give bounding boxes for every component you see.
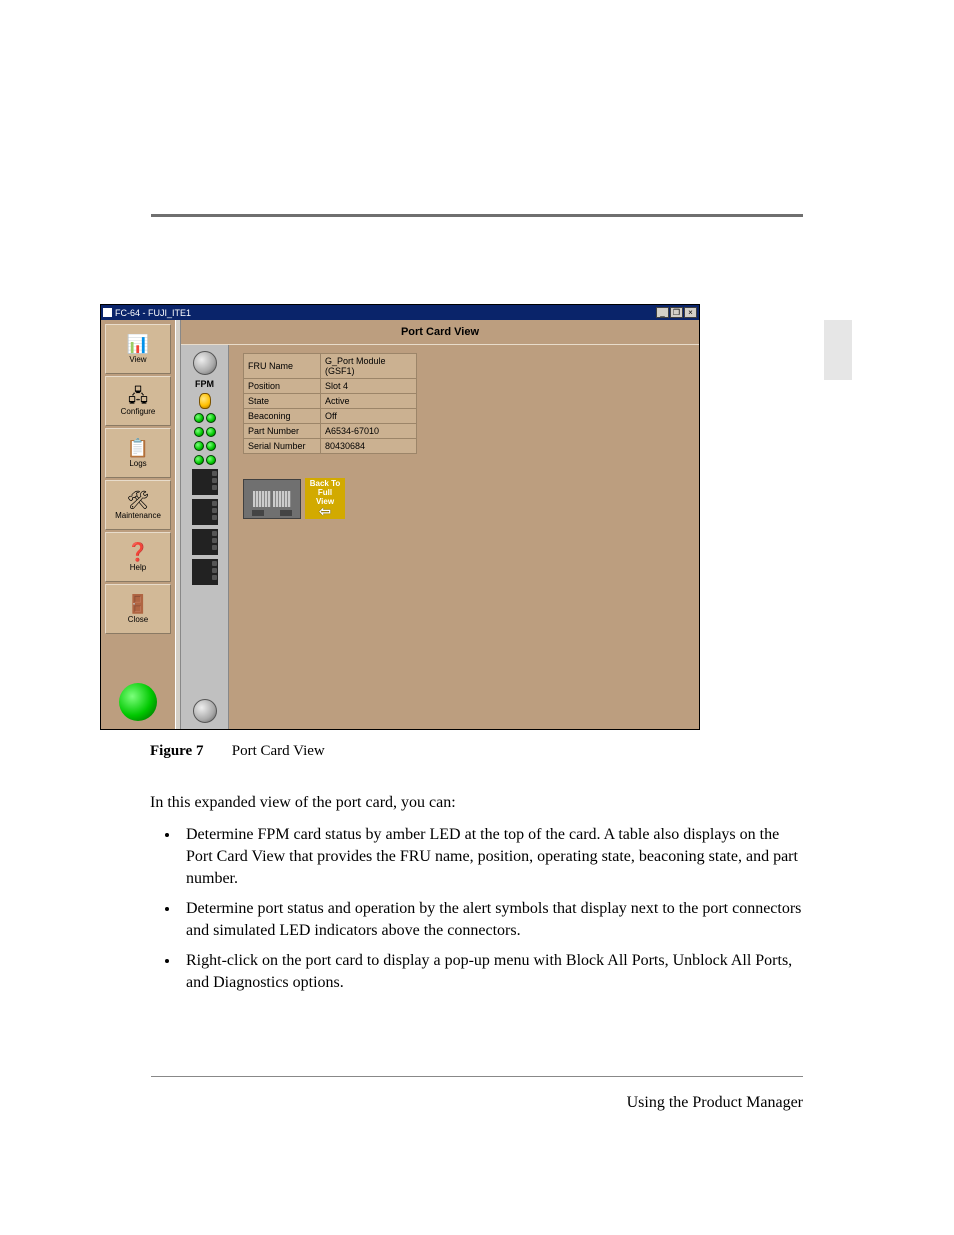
amber-led-icon bbox=[199, 393, 211, 409]
barchart-icon: 📊 bbox=[127, 335, 149, 353]
fpm-card[interactable]: FPM bbox=[181, 345, 229, 729]
screenshot-figure: FC-64 - FUJI_ITE1 _ ❐ × 📊 View 🖧 Con bbox=[100, 304, 700, 730]
back-line: Full bbox=[318, 488, 332, 497]
detail-table: FRU NameG_Port Module (GSF1) PositionSlo… bbox=[243, 353, 417, 454]
detail-area: FRU NameG_Port Module (GSF1) PositionSlo… bbox=[229, 345, 699, 729]
screw-icon bbox=[193, 699, 217, 723]
sidebar-item-label: View bbox=[129, 355, 146, 364]
detail-value: Slot 4 bbox=[321, 379, 417, 394]
table-row: FRU NameG_Port Module (GSF1) bbox=[244, 354, 417, 379]
app-icon bbox=[103, 308, 112, 317]
port-leds bbox=[194, 441, 216, 451]
status-led-green bbox=[119, 683, 157, 721]
window-controls: _ ❐ × bbox=[656, 307, 697, 318]
port-connector[interactable] bbox=[192, 529, 218, 555]
table-icon: 📋 bbox=[127, 439, 149, 457]
sidebar: 📊 View 🖧 Configure 📋 Logs 🛠 Maintenance bbox=[101, 320, 175, 729]
sidebar-item-maintenance[interactable]: 🛠 Maintenance bbox=[105, 480, 171, 530]
chassis-thumbnail-icon bbox=[243, 479, 301, 519]
network-icon: 🖧 bbox=[128, 387, 148, 405]
detail-key: Beaconing bbox=[244, 409, 321, 424]
arrow-left-icon: ⇦ bbox=[305, 506, 345, 516]
window-title: FC-64 - FUJI_ITE1 bbox=[115, 308, 191, 318]
list-item: Determine FPM card status by amber LED a… bbox=[180, 824, 805, 890]
sidebar-item-label: Maintenance bbox=[115, 511, 161, 520]
figure-caption: Figure 7 Port Card View bbox=[150, 743, 325, 760]
detail-value: 80430684 bbox=[321, 439, 417, 454]
detail-value: A6534-67010 bbox=[321, 424, 417, 439]
screw-icon bbox=[193, 351, 217, 375]
detail-value: G_Port Module (GSF1) bbox=[321, 354, 417, 379]
help-icon: ❓ bbox=[127, 543, 149, 561]
sidebar-item-logs[interactable]: 📋 Logs bbox=[105, 428, 171, 478]
footer-text: Using the Product Manager bbox=[627, 1094, 803, 1112]
sidebar-item-view[interactable]: 📊 View bbox=[105, 324, 171, 374]
port-leds bbox=[194, 427, 216, 437]
port-connector[interactable] bbox=[192, 559, 218, 585]
page: FC-64 - FUJI_ITE1 _ ❐ × 📊 View 🖧 Con bbox=[0, 0, 954, 1235]
port-connector[interactable] bbox=[192, 499, 218, 525]
minimize-button[interactable]: _ bbox=[656, 307, 669, 318]
sidebar-item-configure[interactable]: 🖧 Configure bbox=[105, 376, 171, 426]
back-to-full-view[interactable]: Back To Full View ⇦ bbox=[243, 478, 685, 519]
title-bar: FC-64 - FUJI_ITE1 _ ❐ × bbox=[101, 305, 699, 320]
top-horizontal-rule bbox=[151, 214, 803, 217]
panel-title: Port Card View bbox=[181, 320, 699, 345]
port-leds bbox=[194, 413, 216, 423]
sidebar-spacer bbox=[105, 636, 171, 681]
side-thumb-tab bbox=[824, 320, 852, 380]
table-row: Serial Number80430684 bbox=[244, 439, 417, 454]
fpm-label: FPM bbox=[195, 379, 214, 389]
list-item: Right-click on the port card to display … bbox=[180, 950, 805, 994]
footer-horizontal-rule bbox=[151, 1076, 803, 1077]
tools-icon: 🛠 bbox=[127, 491, 150, 509]
main-content: FPM bbox=[181, 345, 699, 729]
detail-key: Part Number bbox=[244, 424, 321, 439]
table-row: BeaconingOff bbox=[244, 409, 417, 424]
sidebar-item-label: Configure bbox=[121, 407, 156, 416]
door-icon: 🚪 bbox=[127, 595, 149, 613]
body-text: In this expanded view of the port card, … bbox=[150, 782, 805, 1002]
detail-key: State bbox=[244, 394, 321, 409]
bullet-list: Determine FPM card status by amber LED a… bbox=[150, 824, 805, 994]
sidebar-item-label: Help bbox=[130, 563, 146, 572]
close-button[interactable]: × bbox=[684, 307, 697, 318]
detail-key: Serial Number bbox=[244, 439, 321, 454]
back-line: Back To bbox=[310, 479, 341, 488]
sidebar-item-label: Close bbox=[128, 615, 148, 624]
sidebar-item-help[interactable]: ❓ Help bbox=[105, 532, 171, 582]
maximize-button[interactable]: ❐ bbox=[670, 307, 683, 318]
table-row: Part NumberA6534-67010 bbox=[244, 424, 417, 439]
back-button[interactable]: Back To Full View ⇦ bbox=[305, 478, 345, 519]
detail-key: FRU Name bbox=[244, 354, 321, 379]
paragraph: In this expanded view of the port card, … bbox=[150, 792, 805, 814]
port-leds bbox=[194, 455, 216, 465]
list-item: Determine port status and operation by t… bbox=[180, 898, 805, 942]
table-row: PositionSlot 4 bbox=[244, 379, 417, 394]
application-body: 📊 View 🖧 Configure 📋 Logs 🛠 Maintenance bbox=[101, 320, 699, 729]
figure-number: Figure 7 bbox=[150, 743, 228, 760]
detail-key: Position bbox=[244, 379, 321, 394]
table-row: StateActive bbox=[244, 394, 417, 409]
sidebar-item-label: Logs bbox=[129, 459, 146, 468]
detail-value: Active bbox=[321, 394, 417, 409]
port-connector[interactable] bbox=[192, 469, 218, 495]
main-panel: Port Card View FPM bbox=[181, 320, 699, 729]
figure-title: Port Card View bbox=[232, 743, 325, 759]
detail-value: Off bbox=[321, 409, 417, 424]
application-window: FC-64 - FUJI_ITE1 _ ❐ × 📊 View 🖧 Con bbox=[100, 304, 700, 730]
sidebar-item-close[interactable]: 🚪 Close bbox=[105, 584, 171, 634]
